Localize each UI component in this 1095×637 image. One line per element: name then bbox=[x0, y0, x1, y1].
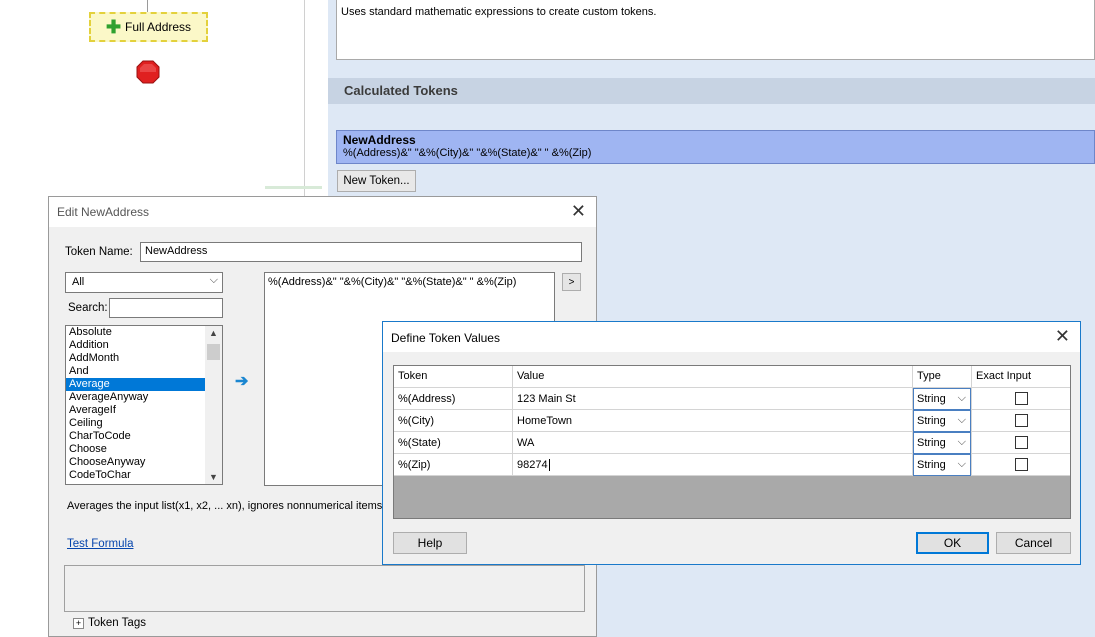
function-list-item[interactable]: And bbox=[66, 365, 205, 378]
value-text: 98274 bbox=[517, 459, 548, 471]
help-button[interactable]: Help bbox=[393, 532, 467, 554]
type-select[interactable]: String ⌵ bbox=[913, 410, 971, 432]
token-cell: %(City) bbox=[394, 410, 513, 432]
function-list-item[interactable]: Absolute bbox=[66, 326, 205, 339]
new-token-button[interactable]: New Token... bbox=[337, 170, 416, 192]
token-name: NewAddress bbox=[343, 133, 416, 147]
value-text: HomeTown bbox=[517, 415, 573, 427]
token-tags-toggle[interactable]: + Token Tags bbox=[73, 617, 146, 629]
token-name-label: Token Name: bbox=[65, 246, 133, 258]
search-label: Search: bbox=[68, 302, 108, 314]
function-list[interactable]: Absolute Addition AddMonth And Average Averag… bbox=[65, 325, 223, 485]
expand-plus-icon[interactable]: + bbox=[73, 617, 84, 629]
type-value: String bbox=[917, 437, 946, 449]
dialog-titlebar: Edit NewAddress ✕ bbox=[49, 197, 596, 227]
column-header-token: Token bbox=[394, 366, 513, 388]
type-select[interactable]: String ⌵ bbox=[913, 432, 971, 454]
function-list-item[interactable]: AddMonth bbox=[66, 352, 205, 365]
grid-row: %(City) HomeTown String ⌵ bbox=[394, 410, 1070, 432]
category-value: All bbox=[72, 276, 85, 288]
chevron-down-icon: ⌵ bbox=[957, 392, 966, 404]
exact-input-checkbox[interactable] bbox=[1015, 436, 1028, 449]
dialog-title: Edit NewAddress bbox=[57, 205, 150, 219]
close-icon[interactable]: ✕ bbox=[571, 202, 586, 220]
category-select[interactable]: All ⌵ bbox=[65, 272, 223, 293]
dialog-title: Define Token Values bbox=[391, 331, 500, 345]
scroll-thumb[interactable] bbox=[207, 344, 220, 360]
scroll-up-icon[interactable]: ▲ bbox=[205, 328, 222, 338]
list-scrollbar[interactable]: ▲ ▼ bbox=[205, 326, 222, 484]
scroll-down-icon[interactable]: ▼ bbox=[205, 472, 222, 482]
define-token-values-dialog: Define Token Values ✕ Token Value Type E… bbox=[382, 321, 1081, 565]
type-value: String bbox=[917, 393, 946, 405]
chevron-down-icon: ⌵ bbox=[957, 436, 966, 448]
token-values-grid: Token Value Type Exact Input %(Address) 1… bbox=[393, 365, 1071, 519]
full-address-step[interactable]: ✚ Full Address bbox=[89, 12, 208, 42]
column-header-exact-input: Exact Input bbox=[972, 366, 1070, 388]
token-formula: %(Address)&" "&%(City)&" "&%(State)&" " … bbox=[343, 147, 592, 159]
value-cell[interactable]: 123 Main St bbox=[513, 388, 913, 410]
canvas-divider bbox=[304, 0, 305, 200]
value-text: WA bbox=[517, 437, 535, 449]
function-list-item[interactable]: AverageAnyway bbox=[66, 391, 205, 404]
text-cursor bbox=[548, 459, 550, 472]
close-icon[interactable]: ✕ bbox=[1055, 327, 1070, 345]
test-formula-link[interactable]: Test Formula bbox=[67, 538, 133, 550]
function-list-item[interactable]: Choose bbox=[66, 443, 205, 456]
dialog-titlebar: Define Token Values ✕ bbox=[383, 322, 1080, 352]
column-header-value: Value bbox=[513, 366, 913, 388]
function-list-item[interactable]: CodeToChar bbox=[66, 469, 205, 482]
function-description: Averages the input list(x1, x2, ... xn),… bbox=[67, 500, 386, 512]
value-cell[interactable]: HomeTown bbox=[513, 410, 913, 432]
column-header-type: Type bbox=[913, 366, 972, 388]
token-list-item[interactable]: NewAddress %(Address)&" "&%(City)&" "&%(… bbox=[336, 130, 1095, 164]
connector-highlight bbox=[265, 186, 322, 189]
value-cell[interactable]: 98274 bbox=[513, 454, 913, 476]
token-cell: %(Zip) bbox=[394, 454, 513, 476]
function-list-item[interactable]: CharToCode bbox=[66, 430, 205, 443]
description-text: Uses standard mathematic expressions to … bbox=[341, 6, 657, 18]
function-list-item[interactable]: AverageIf bbox=[66, 404, 205, 417]
search-input[interactable] bbox=[109, 298, 223, 318]
function-list-item[interactable]: ChooseAnyway bbox=[66, 456, 205, 469]
stop-icon[interactable] bbox=[136, 60, 160, 84]
value-text: 123 Main St bbox=[517, 393, 576, 405]
chevron-down-icon: ⌵ bbox=[957, 414, 966, 426]
grid-row: %(State) WA String ⌵ bbox=[394, 432, 1070, 454]
insert-arrow-icon[interactable]: ➔ bbox=[235, 371, 248, 391]
plus-icon: ✚ bbox=[105, 17, 122, 37]
type-value: String bbox=[917, 415, 946, 427]
function-list-item[interactable]: Average bbox=[66, 378, 205, 391]
type-select[interactable]: String ⌵ bbox=[913, 454, 971, 476]
exact-input-checkbox[interactable] bbox=[1015, 458, 1028, 471]
calculated-tokens-header: Calculated Tokens bbox=[328, 78, 1095, 104]
value-cell[interactable]: WA bbox=[513, 432, 913, 454]
chevron-down-icon: ⌵ bbox=[957, 458, 966, 470]
expand-button[interactable]: > bbox=[562, 273, 581, 291]
grid-row: %(Zip) 98274 String ⌵ bbox=[394, 454, 1070, 476]
flow-connector bbox=[147, 0, 148, 12]
grid-row: %(Address) 123 Main St String ⌵ bbox=[394, 388, 1070, 410]
section-title: Calculated Tokens bbox=[344, 83, 458, 98]
test-output-box bbox=[64, 565, 585, 612]
exact-input-checkbox[interactable] bbox=[1015, 392, 1028, 405]
token-tags-label: Token Tags bbox=[88, 617, 146, 629]
ok-button[interactable]: OK bbox=[916, 532, 989, 554]
type-select[interactable]: String ⌵ bbox=[913, 388, 971, 410]
chevron-down-icon: ⌵ bbox=[209, 274, 218, 286]
type-value: String bbox=[917, 459, 946, 471]
step-label: Full Address bbox=[125, 20, 192, 34]
token-cell: %(Address) bbox=[394, 388, 513, 410]
function-list-item[interactable]: Ceiling bbox=[66, 417, 205, 430]
function-list-item[interactable]: Addition bbox=[66, 339, 205, 352]
exact-input-checkbox[interactable] bbox=[1015, 414, 1028, 427]
token-name-input[interactable]: NewAddress bbox=[140, 242, 582, 262]
token-cell: %(State) bbox=[394, 432, 513, 454]
grid-header-row: Token Value Type Exact Input bbox=[394, 366, 1070, 388]
description-box: Uses standard mathematic expressions to … bbox=[336, 0, 1095, 60]
cancel-button[interactable]: Cancel bbox=[996, 532, 1071, 554]
